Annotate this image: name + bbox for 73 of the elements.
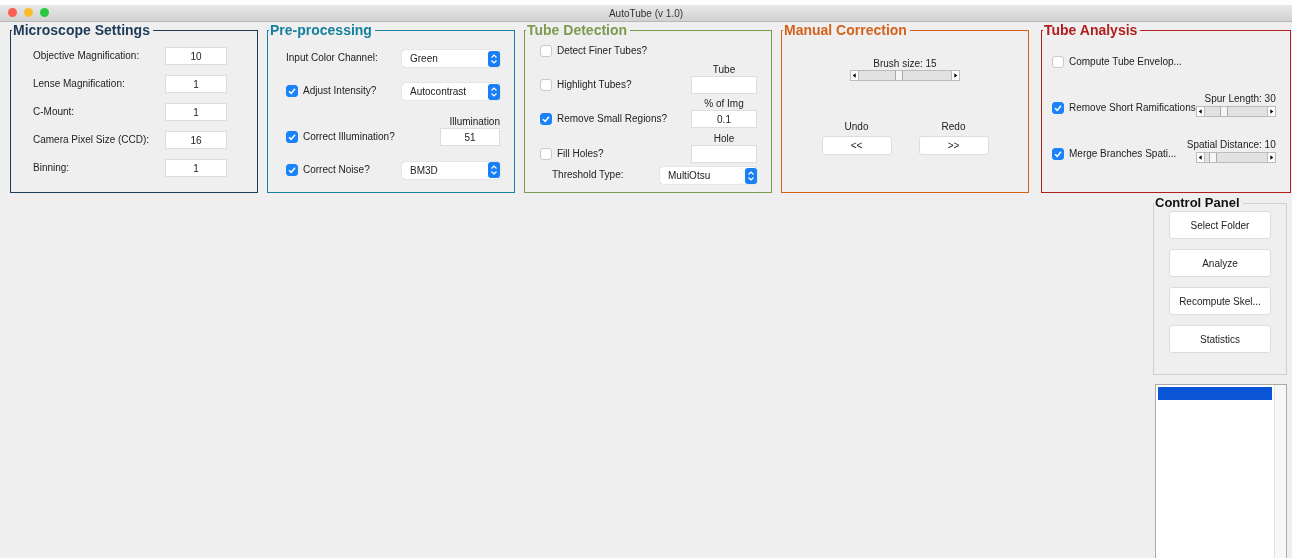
field-label: Camera Pixel Size (CCD): — [33, 133, 150, 147]
step-button[interactable]: >> — [918, 135, 989, 155]
slider-thumb[interactable] — [894, 71, 903, 81]
window-title: AutoTube (v 1.0) — [608, 7, 684, 19]
input-field[interactable]: 1 — [165, 103, 227, 121]
field-label: Binning: — [33, 161, 70, 175]
action-button[interactable]: Recompute Skel... — [1169, 287, 1271, 315]
checkmark-icon — [287, 164, 297, 175]
close-icon[interactable] — [8, 8, 17, 17]
slider-thumb[interactable] — [1219, 107, 1228, 116]
checkmark-icon — [1053, 149, 1063, 160]
field-label: Threshold Type: — [551, 168, 624, 183]
checkbox[interactable]: Correct Noise? — [282, 160, 370, 179]
checkbox[interactable]: Remove Short Ramifications — [1052, 99, 1196, 117]
field-label: Objective Magnification: — [33, 49, 140, 63]
slider-thumb[interactable] — [1209, 153, 1218, 163]
input-field[interactable] — [691, 76, 757, 95]
button-caption: Redo — [941, 119, 966, 133]
control-caption: Hole — [713, 131, 735, 145]
control-caption: Tube — [712, 63, 736, 77]
dropdown[interactable]: Green — [402, 50, 500, 68]
list-box[interactable] — [1155, 384, 1287, 558]
right-arrow-icon[interactable] — [951, 70, 960, 82]
input-field[interactable]: 0.1 — [691, 110, 757, 129]
checkmark-icon — [287, 131, 297, 142]
checkmark-icon — [541, 114, 551, 125]
field-label: C-Mount: — [33, 105, 75, 119]
checkbox[interactable]: Correct Illumination? — [282, 127, 395, 146]
panel-title: Control Panel — [1154, 195, 1241, 211]
checkbox[interactable]: Highlight Tubes? — [540, 76, 632, 95]
checkbox[interactable]: Detect Finer Tubes? — [540, 41, 648, 60]
minimize-icon[interactable] — [24, 8, 33, 17]
checkbox[interactable]: Adjust Intensity? — [282, 82, 377, 101]
action-button[interactable]: Analyze — [1169, 249, 1271, 277]
checkmark-icon — [1053, 103, 1063, 113]
field-label: Input Color Channel: — [285, 51, 378, 66]
input-field[interactable]: 10 — [165, 47, 227, 65]
panel-title: Tube Analysis — [1043, 22, 1139, 38]
checkbox[interactable]: Remove Small Regions? — [540, 110, 668, 129]
stepper-icon — [745, 167, 757, 184]
left-arrow-icon[interactable] — [1195, 152, 1205, 164]
slider-caption: Brush size: 15 — [873, 57, 937, 71]
input-field[interactable]: 51 — [440, 127, 500, 146]
panel-title: Pre-processing — [269, 22, 373, 38]
control-caption: Spur Length: 30 — [1204, 92, 1276, 105]
control-caption: Spatial Distance: 10 — [1186, 138, 1276, 152]
checkbox[interactable]: Merge Branches Spati... — [1052, 145, 1177, 164]
stepper-icon — [488, 50, 500, 67]
control-caption: Illumination — [449, 114, 500, 128]
panel-title: Tube Detection — [526, 22, 629, 38]
control-caption: % of Img — [704, 97, 744, 111]
field-label: Lense Magnification: — [33, 77, 125, 91]
dropdown[interactable]: MultiOtsu — [660, 167, 757, 185]
checkbox[interactable]: Fill Holes? — [540, 144, 604, 163]
input-field[interactable]: 1 — [165, 159, 227, 177]
panel-title: Manual Correction — [783, 22, 908, 38]
input-field[interactable] — [691, 144, 757, 163]
dropdown[interactable]: Autocontrast — [402, 83, 500, 101]
checkmark-icon — [287, 86, 297, 97]
panel-title: Microscope Settings — [12, 22, 151, 38]
input-field[interactable]: 1 — [165, 75, 227, 93]
checkbox[interactable]: Compute Tube Envelop... — [1052, 52, 1182, 71]
input-field[interactable]: 16 — [165, 131, 227, 149]
action-button[interactable]: Select Folder — [1169, 211, 1271, 239]
left-arrow-icon[interactable] — [850, 70, 859, 82]
stepper-icon — [488, 162, 500, 179]
action-button[interactable]: Statistics — [1169, 325, 1271, 353]
left-arrow-icon[interactable] — [1195, 106, 1205, 117]
maximize-icon[interactable] — [40, 8, 49, 17]
dropdown[interactable]: BM3D — [402, 161, 500, 179]
stepper-icon — [488, 83, 500, 100]
button-caption: Undo — [844, 119, 869, 133]
step-button[interactable]: << — [821, 135, 892, 155]
